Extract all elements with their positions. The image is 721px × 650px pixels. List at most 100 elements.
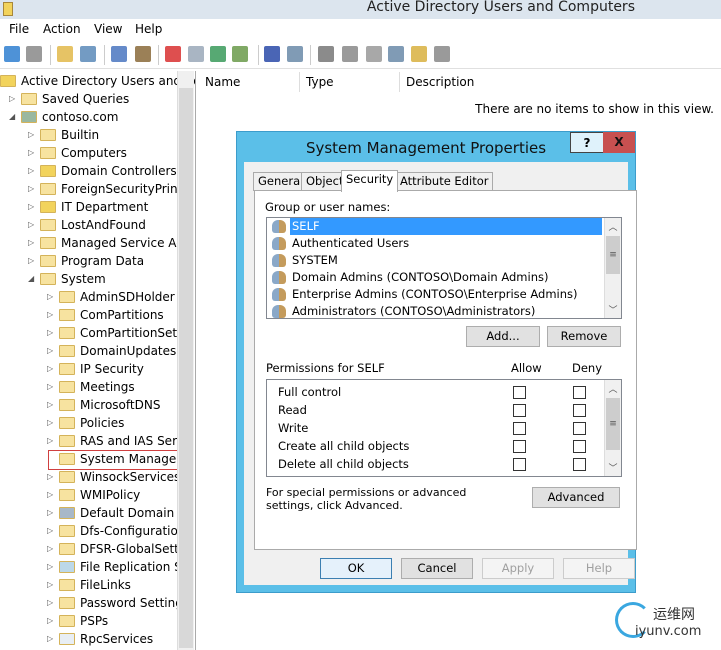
expand-arrow-icon[interactable]: ▷ xyxy=(28,162,36,180)
permissions-scrollbar[interactable]: ︿ ≡ ﹀ xyxy=(604,380,621,476)
advanced-button[interactable]: Advanced xyxy=(532,487,620,508)
expand-arrow-icon[interactable]: ▷ xyxy=(47,324,55,342)
user-list[interactable]: ︿ ≡ ﹀ SELF Authenticated Users SYSTEM Domain … xyxy=(266,217,622,319)
up-folder-icon[interactable] xyxy=(57,46,73,62)
tree-item[interactable]: ▷ ComPartitions xyxy=(0,306,178,324)
tree-item[interactable]: ▷ IT Department xyxy=(0,198,178,216)
deny-checkbox[interactable] xyxy=(573,422,586,435)
expand-arrow-icon[interactable]: ▷ xyxy=(47,468,55,486)
filter-icon[interactable] xyxy=(388,46,404,62)
expand-arrow-icon[interactable]: ▷ xyxy=(28,216,36,234)
expand-arrow-icon[interactable]: ▷ xyxy=(28,234,36,252)
expand-arrow-icon[interactable]: ▷ xyxy=(47,630,55,648)
tree-item[interactable]: ▷ Saved Queries xyxy=(0,90,178,108)
expand-arrow-icon[interactable]: ▷ xyxy=(47,288,55,306)
allow-checkbox[interactable] xyxy=(513,440,526,453)
tree-item[interactable]: ▷ DomainUpdates xyxy=(0,342,178,360)
dialog-close-button[interactable]: X xyxy=(603,132,635,153)
menu-file[interactable]: File xyxy=(9,22,29,36)
expand-arrow-icon[interactable]: ▷ xyxy=(47,306,55,324)
expand-arrow-icon[interactable]: ▷ xyxy=(28,144,36,162)
tree-item[interactable]: ▷ Dfs-Configuration xyxy=(0,522,185,540)
tree-item[interactable]: ▷ Managed Service Acc xyxy=(0,234,189,252)
tree-item[interactable]: ▷ PSPs xyxy=(0,612,178,630)
tree-item[interactable]: ▷ AdminSDHolder xyxy=(0,288,178,306)
tree-item[interactable]: ▷ IP Security xyxy=(0,360,178,378)
user-list-scrollbar[interactable]: ︿ ≡ ﹀ xyxy=(604,218,621,318)
export-list-icon[interactable] xyxy=(232,46,248,62)
refresh-icon[interactable] xyxy=(210,46,226,62)
allow-checkbox[interactable] xyxy=(513,386,526,399)
tree-item[interactable]: ▷ WMIPolicy xyxy=(0,486,178,504)
tab-security[interactable]: Security xyxy=(341,170,399,192)
deny-checkbox[interactable] xyxy=(573,386,586,399)
add-to-group-icon[interactable] xyxy=(434,46,450,62)
expand-arrow-icon[interactable]: ▷ xyxy=(28,252,36,270)
apply-button[interactable]: Apply xyxy=(482,558,554,579)
tree-item[interactable]: ▷ LostAndFound xyxy=(0,216,178,234)
show-console-tree-icon[interactable] xyxy=(80,46,96,62)
tree-item[interactable]: ▷ Meetings xyxy=(0,378,178,396)
expand-arrow-icon[interactable]: ▷ xyxy=(47,504,55,522)
expand-arrow-icon[interactable]: ▷ xyxy=(47,558,55,576)
tree-item[interactable]: ▷ WinsockServices xyxy=(0,468,180,486)
expand-arrow-icon[interactable]: ▷ xyxy=(9,90,17,108)
ok-button[interactable]: OK xyxy=(320,558,392,579)
tree-item[interactable]: ▷ Policies xyxy=(0,414,178,432)
cut-icon[interactable] xyxy=(111,46,127,62)
expand-arrow-icon[interactable]: ▷ xyxy=(47,342,55,360)
expand-arrow-icon[interactable]: ▷ xyxy=(47,522,55,540)
tree-item[interactable]: ▷ Password Settings xyxy=(0,594,189,612)
tree-item[interactable]: ▷ ComPartitionSets xyxy=(0,324,183,342)
help-icon[interactable] xyxy=(264,46,280,62)
tree-item[interactable]: ◢ System xyxy=(0,270,178,288)
expand-arrow-icon[interactable]: ▷ xyxy=(47,396,55,414)
column-description[interactable]: Description xyxy=(400,72,721,92)
allow-checkbox[interactable] xyxy=(513,404,526,417)
expand-arrow-icon[interactable]: ▷ xyxy=(28,180,36,198)
dialog-help-button[interactable]: ? xyxy=(570,132,604,153)
tree-item[interactable]: ▷ Domain Controllers xyxy=(0,162,178,180)
expand-arrow-icon[interactable]: ▷ xyxy=(28,126,36,144)
tree-item[interactable]: ▷ Default Domain P xyxy=(0,504,185,522)
tree-item[interactable]: ▷ RAS and IAS Serve xyxy=(0,432,191,450)
tab-attribute-editor[interactable]: Attribute Editor xyxy=(395,172,494,191)
add-button[interactable]: Add... xyxy=(466,326,540,347)
back-icon[interactable] xyxy=(4,46,20,62)
deny-checkbox[interactable] xyxy=(573,440,586,453)
tree-item[interactable]: Active Directory Users and Co xyxy=(0,72,195,90)
delete-icon[interactable] xyxy=(165,46,181,62)
paste-icon[interactable] xyxy=(135,46,151,62)
tree-item[interactable]: ▷ MicrosoftDNS xyxy=(0,396,178,414)
expand-arrow-icon[interactable]: ▷ xyxy=(47,612,55,630)
expand-arrow-icon[interactable]: ▷ xyxy=(47,360,55,378)
tree-item[interactable]: ▷ Builtin xyxy=(0,126,178,144)
menu-help[interactable]: Help xyxy=(135,22,162,36)
new-user-icon[interactable] xyxy=(318,46,334,62)
tree-item[interactable]: ◢ contoso.com xyxy=(0,108,178,126)
menu-view[interactable]: View xyxy=(94,22,122,36)
expand-arrow-icon[interactable]: ▷ xyxy=(28,198,36,216)
new-group-icon[interactable] xyxy=(342,46,358,62)
collapse-arrow-icon[interactable]: ◢ xyxy=(9,108,17,126)
expand-arrow-icon[interactable]: ▷ xyxy=(47,378,55,396)
allow-checkbox[interactable] xyxy=(513,422,526,435)
expand-arrow-icon[interactable]: ▷ xyxy=(47,594,55,612)
expand-arrow-icon[interactable]: ▷ xyxy=(47,576,55,594)
expand-arrow-icon[interactable]: ▷ xyxy=(47,414,55,432)
find-icon[interactable] xyxy=(411,46,427,62)
column-name[interactable]: Name xyxy=(199,72,300,92)
menu-action[interactable]: Action xyxy=(43,22,81,36)
allow-checkbox[interactable] xyxy=(513,458,526,471)
new-ou-icon[interactable] xyxy=(366,46,382,62)
tree-scroll-thumb[interactable] xyxy=(179,88,193,648)
tree-item[interactable]: ▷ Computers xyxy=(0,144,178,162)
show-action-pane-icon[interactable] xyxy=(287,46,303,62)
tree-item[interactable]: ▷ DFSR-GlobalSettin xyxy=(0,540,190,558)
expand-arrow-icon[interactable]: ▷ xyxy=(47,540,55,558)
properties-icon[interactable] xyxy=(188,46,204,62)
collapse-arrow-icon[interactable]: ◢ xyxy=(28,270,36,288)
help-button[interactable]: Help xyxy=(563,558,635,579)
column-type[interactable]: Type xyxy=(300,72,400,92)
tree-item[interactable]: ▷ FileLinks xyxy=(0,576,178,594)
